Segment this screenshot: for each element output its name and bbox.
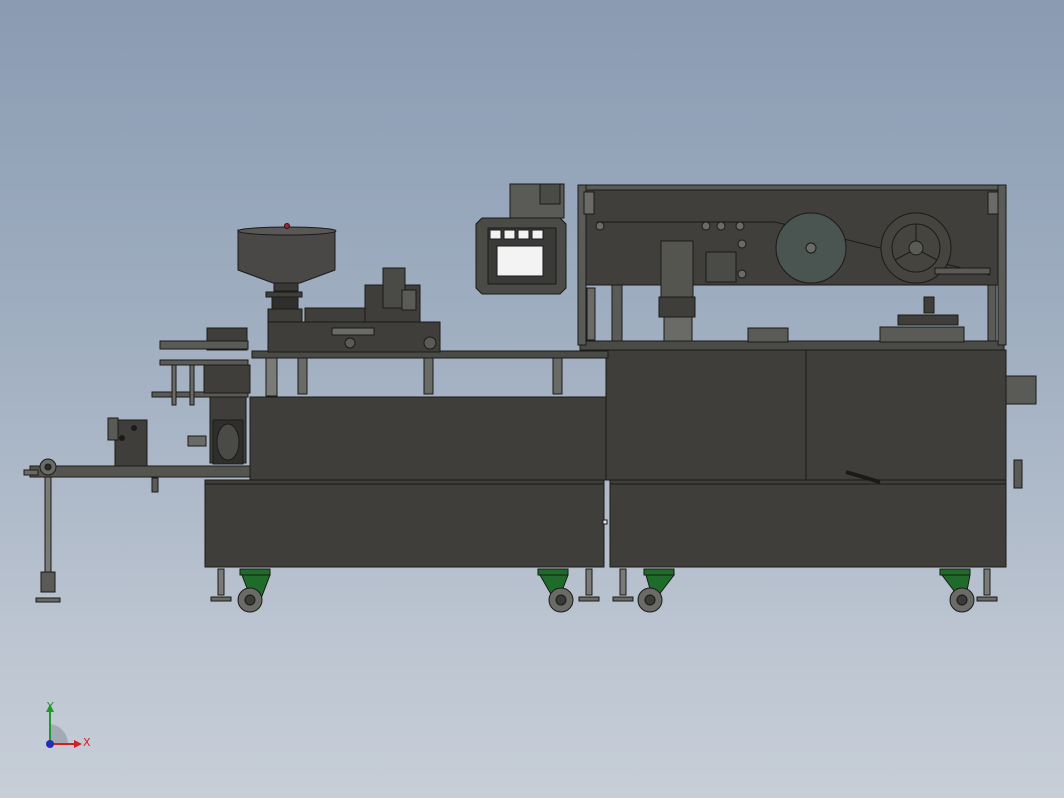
caster-wheel bbox=[637, 568, 676, 613]
side-control-box bbox=[107, 417, 148, 467]
blister-packing-machine-model[interactable] bbox=[0, 0, 1064, 798]
foil-roll bbox=[775, 212, 847, 284]
middle-cabinet-left bbox=[249, 396, 607, 481]
leveling-feet bbox=[210, 568, 998, 602]
axis-y-label: Y bbox=[47, 700, 54, 713]
lower-cabinet-right bbox=[602, 479, 1007, 568]
sealing-cylinder bbox=[658, 240, 696, 342]
caster-wheel bbox=[537, 568, 574, 613]
hmi-control-panel[interactable] bbox=[475, 183, 567, 295]
filling-hopper bbox=[237, 223, 337, 323]
caster-wheel bbox=[237, 568, 271, 613]
axis-x-label: X bbox=[83, 736, 91, 749]
cad-viewport[interactable]: X Y bbox=[0, 0, 1064, 798]
middle-cabinet-right bbox=[605, 349, 1007, 481]
lower-cabinet-left bbox=[204, 479, 605, 568]
left-forming-station bbox=[151, 327, 251, 465]
coordinate-triad: X Y bbox=[38, 700, 98, 760]
caster-wheel bbox=[939, 568, 975, 613]
